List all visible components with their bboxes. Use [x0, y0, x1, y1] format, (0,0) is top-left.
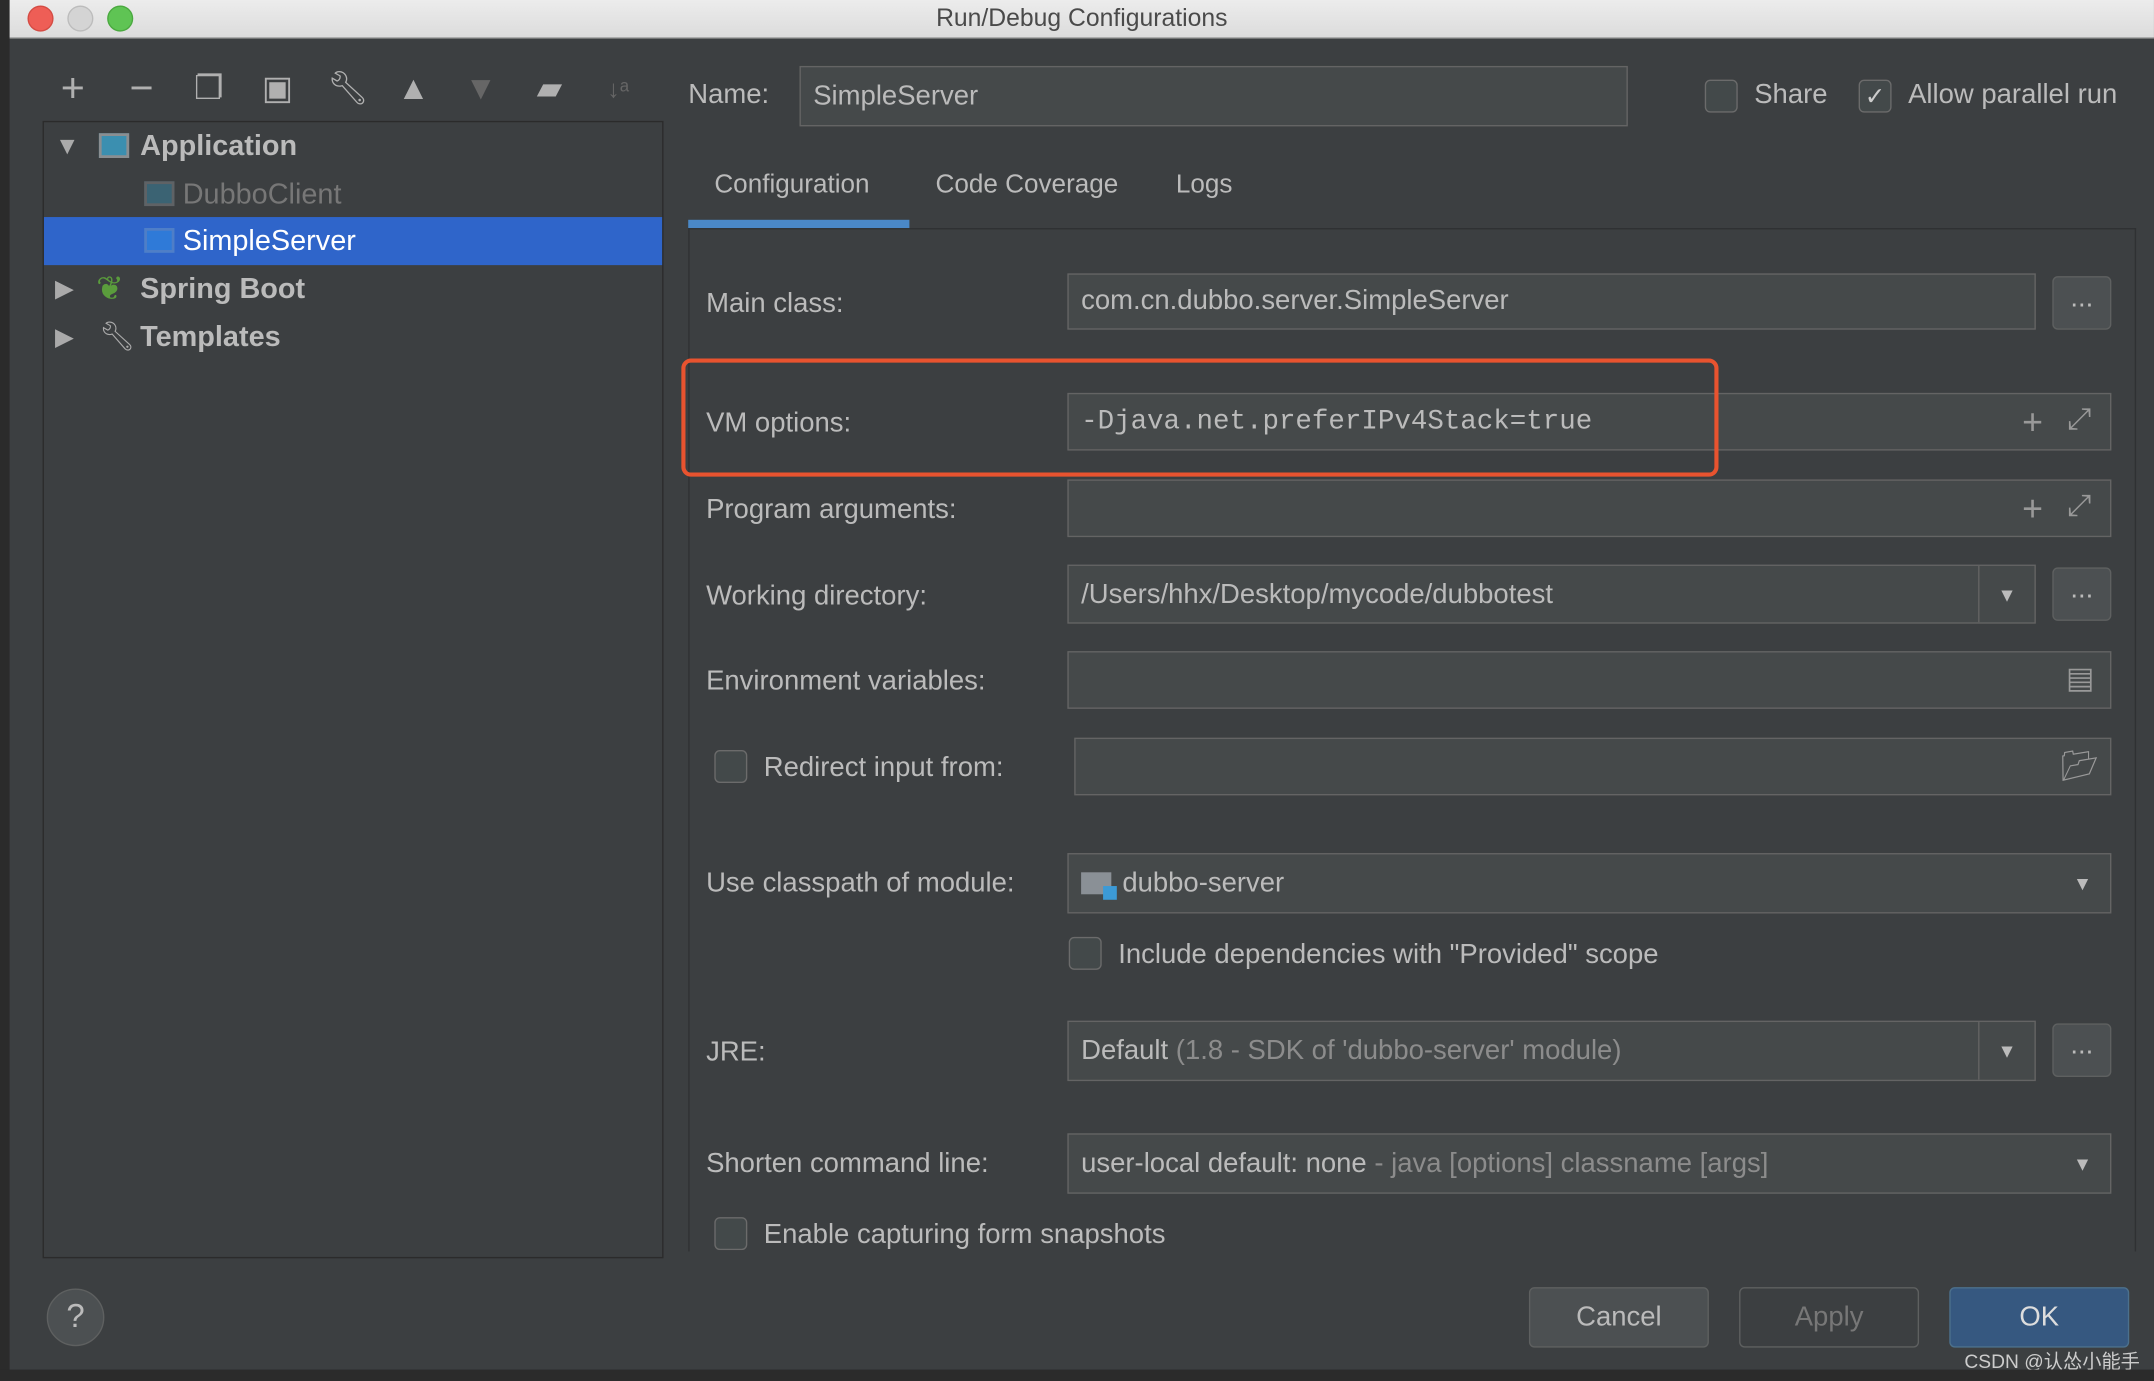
- run-debug-dialog: Run/Debug Configurations + − ❐ ▣ 🔧︎ ▲ ▼ …: [0, 0, 2154, 1381]
- cancel-button[interactable]: Cancel: [1528, 1287, 1709, 1348]
- folder-open-icon[interactable]: 📂︎: [2061, 749, 2099, 785]
- title-bar: Run/Debug Configurations: [9, 0, 2154, 39]
- wrench-icon[interactable]: 🔧︎: [327, 71, 369, 107]
- expand-icon[interactable]: ⤢: [2067, 488, 2091, 524]
- main-class-label: Main class:: [706, 288, 844, 319]
- configuration-tree: ▼ Application DubboClient SimpleServer ▶…: [42, 120, 664, 1259]
- save-icon[interactable]: ▣: [260, 71, 296, 107]
- tree-item-label: DubboClient: [182, 178, 342, 211]
- arrow-up-icon[interactable]: ▲: [396, 71, 432, 107]
- working-directory-label: Working directory:: [706, 581, 927, 612]
- chevron-down-icon[interactable]: ▼: [1978, 565, 2034, 623]
- jre-detail: (1.8 - SDK of 'dubbo-server' module): [1175, 1035, 1622, 1066]
- working-directory-value: /Users/hhx/Desktop/mycode/dubbotest: [1081, 579, 1553, 610]
- ok-button[interactable]: OK: [1949, 1287, 2130, 1348]
- chevron-down-icon[interactable]: ▼: [2055, 1135, 2110, 1193]
- help-button[interactable]: ?: [46, 1288, 105, 1347]
- jre-combo[interactable]: Default (1.8 - SDK of 'dubbo-server' mod…: [1067, 1020, 2036, 1082]
- classpath-value: dubbo-server: [1122, 868, 1285, 899]
- include-dependencies-checkbox[interactable]: [1068, 936, 1102, 970]
- include-dependencies-label: Include dependencies with "Provided" sco…: [1118, 939, 1659, 970]
- plus-icon[interactable]: +: [2022, 488, 2043, 531]
- name-label: Name:: [688, 79, 770, 110]
- plus-icon[interactable]: +: [2022, 401, 2043, 444]
- jre-label: JRE:: [706, 1037, 766, 1068]
- main-class-input[interactable]: [1067, 273, 2036, 330]
- shorten-command-line-label: Shorten command line:: [706, 1148, 989, 1179]
- tree-item-label: Application: [140, 130, 298, 163]
- application-icon: [144, 181, 175, 207]
- name-input[interactable]: [799, 65, 1628, 127]
- jre-browse-button[interactable]: ...: [2052, 1023, 2112, 1077]
- highlight-box: [681, 358, 1719, 477]
- tree-item-simpleserver[interactable]: SimpleServer: [43, 217, 663, 266]
- folder-add-icon[interactable]: ▰: [532, 71, 568, 107]
- spring-boot-icon: ❦: [96, 270, 124, 308]
- application-icon: [144, 228, 175, 253]
- copy-icon[interactable]: ❐: [191, 71, 227, 107]
- tree-item-application[interactable]: ▼ Application: [44, 122, 662, 170]
- document-icon[interactable]: ▤: [2066, 661, 2095, 697]
- chevron-down-icon[interactable]: ▼: [1978, 1022, 2034, 1080]
- tab-logs[interactable]: Logs: [1176, 170, 1233, 200]
- capture-snapshots-checkbox[interactable]: [714, 1217, 748, 1251]
- classpath-label: Use classpath of module:: [706, 868, 1015, 899]
- main-class-browse-button[interactable]: ...: [2052, 276, 2112, 330]
- plus-icon[interactable]: +: [55, 68, 91, 109]
- minus-icon[interactable]: −: [124, 68, 160, 109]
- tree-item-spring-boot[interactable]: ▶ ❦ Spring Boot: [44, 265, 662, 313]
- application-icon: [98, 133, 130, 158]
- tree-item-dubboclient[interactable]: DubboClient: [44, 170, 662, 218]
- program-arguments-label: Program arguments:: [706, 494, 957, 525]
- wrench-icon: 🔧︎: [98, 321, 136, 354]
- share-label: Share: [1754, 79, 1828, 110]
- tree-item-templates[interactable]: ▶ 🔧︎ Templates: [44, 313, 662, 361]
- shorten-value: user-local default: none: [1081, 1148, 1367, 1179]
- environment-variables-label: Environment variables:: [706, 666, 986, 697]
- allow-parallel-checkbox[interactable]: ✓: [1858, 79, 1892, 113]
- allow-parallel-label: Allow parallel run: [1908, 79, 2118, 110]
- environment-variables-input[interactable]: [1067, 651, 2112, 709]
- shorten-detail: - java [options] classname [args]: [1374, 1148, 1769, 1179]
- working-directory-combo[interactable]: /Users/hhx/Desktop/mycode/dubbotest ▼: [1067, 564, 2036, 624]
- share-checkbox[interactable]: [1704, 79, 1738, 113]
- active-tab-indicator: [688, 219, 910, 229]
- working-directory-browse-button[interactable]: ...: [2052, 567, 2112, 621]
- apply-button[interactable]: Apply: [1739, 1287, 1920, 1348]
- expand-arrow-icon[interactable]: ▼: [55, 122, 79, 170]
- redirect-input-checkbox[interactable]: [714, 750, 748, 784]
- chevron-down-icon[interactable]: ▼: [2055, 854, 2110, 912]
- redirect-input-label: Redirect input from:: [763, 752, 1004, 784]
- capture-row: Enable capturing form snapshots: [701, 1209, 2075, 1251]
- tree-item-label: Spring Boot: [140, 273, 306, 305]
- background-console: [0, 1369, 2154, 1381]
- classpath-module-combo[interactable]: dubbo-server ▼: [1067, 853, 2112, 914]
- expand-arrow-icon[interactable]: ▶: [55, 313, 74, 361]
- background-editor: [0, 0, 10, 1381]
- sort-az-icon[interactable]: ↓ᵃ: [600, 71, 636, 107]
- module-icon: [1081, 872, 1117, 900]
- arrow-down-icon[interactable]: ▼: [463, 71, 499, 107]
- tree-item-label: Templates: [140, 321, 281, 354]
- jre-value: Default: [1081, 1035, 1169, 1066]
- program-arguments-input[interactable]: [1067, 479, 2112, 538]
- tab-configuration[interactable]: Configuration: [714, 170, 869, 200]
- redirect-input-field[interactable]: [1074, 737, 2112, 796]
- tab-code-coverage[interactable]: Code Coverage: [935, 170, 1118, 200]
- expand-arrow-icon[interactable]: ▶: [55, 265, 74, 313]
- window-title: Run/Debug Configurations: [936, 4, 1228, 32]
- capture-snapshots-label: Enable capturing form snapshots: [763, 1219, 1166, 1251]
- tree-item-label: SimpleServer: [182, 225, 356, 257]
- shorten-command-line-combo[interactable]: user-local default: none - java [options…: [1067, 1133, 2112, 1194]
- expand-icon[interactable]: ⤢: [2067, 401, 2091, 437]
